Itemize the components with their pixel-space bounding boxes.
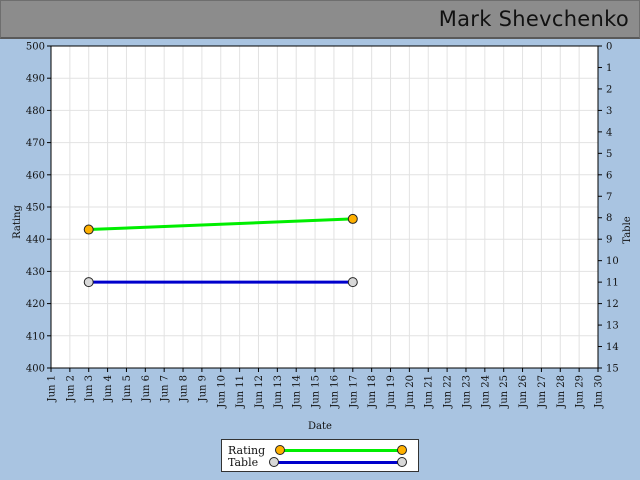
y2-tick-label: 9 [606, 235, 612, 246]
y-tick-label: 460 [26, 170, 45, 181]
x-tick-label: Jun 3 [84, 375, 95, 402]
x-tick-label: Jun 6 [141, 375, 152, 402]
x-tick-label: Jun 21 [424, 375, 435, 409]
x-tick-label: Jun 20 [405, 375, 416, 409]
y2-tick-label: 3 [606, 106, 612, 117]
y-tick-label: 420 [26, 299, 45, 310]
legend: Rating Table [221, 439, 419, 472]
y-tick-label: 500 [26, 42, 45, 53]
x-tick-label: Jun 10 [216, 375, 227, 409]
y-tick-label: 480 [26, 106, 45, 117]
x-tick-label: Jun 18 [367, 375, 378, 409]
x-tick-label: Jun 11 [235, 375, 246, 409]
x-tick-label: Jun 15 [311, 375, 322, 409]
x-tick-label: Jun 14 [292, 375, 303, 409]
y2-tick-label: 11 [606, 278, 619, 289]
legend-label-table: Table [228, 456, 259, 469]
x-tick-label: Jun 25 [499, 375, 510, 409]
x-tick-label: Jun 8 [179, 375, 190, 402]
y2-tick-label: 10 [606, 256, 619, 267]
legend-marker-table [269, 457, 279, 467]
data-point-rating [347, 213, 358, 224]
legend-line-rating [284, 449, 402, 452]
rating-table-chart: 400410420430440450460470480490500 0123456… [12, 42, 633, 433]
x-tick-label: Jun 16 [329, 375, 340, 409]
x-tick-label: Jun 7 [160, 375, 171, 402]
legend-line-table [278, 461, 402, 464]
data-point-rating [83, 224, 94, 235]
y2-tick-label: 14 [606, 342, 619, 353]
y2-tick-label: 6 [606, 170, 612, 181]
x-tick-label: Jun 12 [254, 375, 265, 409]
x-tick-label: Jun 1 [47, 375, 58, 402]
x-tick-label: Jun 27 [537, 375, 548, 409]
data-point-table [347, 277, 358, 288]
y-axis-title: Rating [12, 205, 23, 239]
x-tick-label: Jun 13 [273, 375, 284, 409]
x-tick-label: Jun 19 [386, 375, 397, 409]
legend-marker-rating-end [397, 445, 407, 455]
y-tick-label: 440 [26, 235, 45, 246]
x-tick-label: Jun 17 [348, 375, 359, 409]
y2-tick-label: 4 [606, 127, 612, 138]
x-axis-title: Date [308, 421, 332, 432]
x-tick-label: Jun 24 [480, 375, 491, 409]
legend-item-table: Table [222, 456, 418, 470]
legend-marker-rating [275, 445, 285, 455]
y-tick-label: 410 [26, 331, 45, 342]
y2-tick-label: 0 [606, 42, 612, 53]
x-tick-label: Jun 29 [575, 375, 586, 409]
x-tick-label: Jun 22 [443, 375, 454, 409]
x-tick-label: Jun 30 [594, 375, 605, 409]
y2-axis-title: Table [622, 216, 633, 243]
y2-tick-label: 5 [606, 149, 612, 160]
data-point-table [83, 277, 94, 288]
y2-tick-label: 12 [606, 299, 619, 310]
y2-tick-label: 1 [606, 63, 612, 74]
x-tick-label: Jun 23 [461, 375, 472, 409]
x-tick-label: Jun 2 [65, 375, 76, 402]
y-tick-label: 450 [26, 203, 45, 214]
x-tick-label: Jun 26 [518, 375, 529, 409]
x-tick-label: Jun 5 [122, 375, 133, 402]
x-tick-label: Jun 28 [556, 375, 567, 409]
x-tick-label: Jun 9 [197, 375, 208, 402]
y-tick-label: 430 [26, 267, 45, 278]
y-tick-label: 400 [26, 364, 45, 375]
legend-marker-table-end [397, 457, 407, 467]
y2-tick-label: 15 [606, 364, 619, 375]
y-tick-label: 490 [26, 74, 45, 85]
y2-tick-label: 8 [606, 213, 612, 224]
y2-tick-label: 7 [606, 192, 612, 203]
y-tick-label: 470 [26, 138, 45, 149]
y2-tick-label: 13 [606, 321, 619, 332]
y2-tick-label: 2 [606, 84, 612, 95]
x-tick-label: Jun 4 [103, 375, 114, 402]
